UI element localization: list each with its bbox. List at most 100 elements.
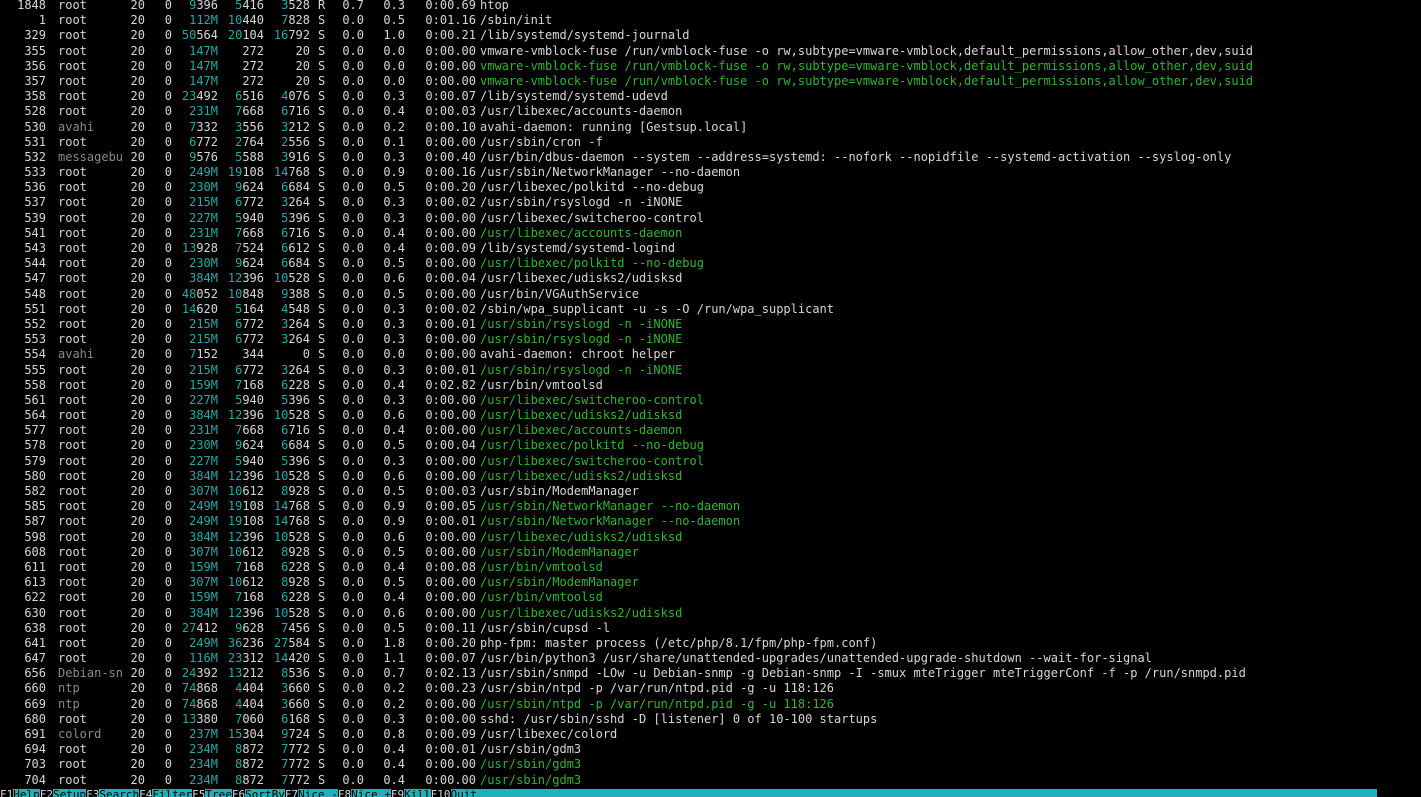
process-row[interactable]: 355 root 20 0 147M 272 20 S 0.0 0.0 0:00.00 vmware-… <box>0 44 1421 59</box>
process-mem: 0.3 <box>383 316 405 331</box>
fkey-label[interactable]: Help <box>13 789 40 797</box>
process-row[interactable]: 547 root 20 0 384M 12396 10528 S 0.0 0.6 0:00.04/u… <box>0 271 1421 286</box>
process-row[interactable]: 543 root 20 0 13928 7524 6612 S 0.0 0.4 0:00.09/li… <box>0 241 1421 256</box>
fkey-f2[interactable]: F2 <box>39 789 53 797</box>
process-ni: 0 <box>164 423 172 438</box>
process-res: 8872 <box>235 742 264 757</box>
process-s: S <box>318 529 326 544</box>
process-row[interactable]: 530 avahi 20 0 7332 3556 3212 S 0.0 0.2 0:00.10 ava… <box>0 120 1421 135</box>
process-row[interactable]: 578 root 20 0 230M 9624 6684 S 0.0 0.5 0:00.04/usr… <box>0 438 1421 453</box>
process-row[interactable]: 532 messagebu 20 0 9576 5588 3916 S 0.0 0.3 0:00.4… <box>0 150 1421 165</box>
process-row[interactable]: 580 root 20 0 384M 12396 10528 S 0.0 0.6 0:00.00/u… <box>0 469 1421 484</box>
process-row[interactable]: 552 root 20 0 215M 6772 3264 S 0.0 0.3 0:00.01/usr… <box>0 317 1421 332</box>
process-row[interactable]: 641 root 20 0 249M 36236 27584 S 0.0 1.8 0:00.20 ph… <box>0 636 1421 651</box>
process-shr: 14768 <box>273 514 310 529</box>
process-row[interactable]: 356 root 20 0 147M 272 20 S 0.0 0.0 0:00.00 vmware-… <box>0 59 1421 74</box>
process-time: 0:00.00 <box>425 468 476 483</box>
process-row[interactable]: 537 root 20 0 215M 6772 3264 S 0.0 0.3 0:00.02/usr… <box>0 195 1421 210</box>
process-row[interactable]: 561 root 20 0 227M 5940 5396 S 0.0 0.3 0:00.00/usr… <box>0 393 1421 408</box>
process-time: 0:00.00 <box>425 590 476 605</box>
fkey-f3[interactable]: F3 <box>86 789 100 797</box>
process-row[interactable]: 533 root 20 0 249M 19108 14768 S 0.0 0.9 0:00.16/u… <box>0 165 1421 180</box>
fkey-f5[interactable]: F5 <box>192 789 206 797</box>
fkey-f6[interactable]: F6 <box>231 789 246 797</box>
process-row[interactable]: 660 ntp 20 0 74868 4404 3660 S 0.0 0.2 0:00.23/usr… <box>0 681 1421 696</box>
process-ni: 0 <box>164 362 172 377</box>
process-row[interactable]: 656 Debian-sn 20 0 24392 13212 8536 S 0.0 0.7 0:02… <box>0 666 1421 681</box>
process-row[interactable]: 564 root 20 0 384M 12396 10528 S 0.0 0.6 0:00.00/u… <box>0 408 1421 423</box>
process-pid: 608 <box>24 544 46 559</box>
process-cpu: 0.0 <box>342 347 364 362</box>
process-row[interactable]: 587 root 20 0 249M 19108 14768 S 0.0 0.9 0:00.01/u… <box>0 514 1421 529</box>
process-pri: 20 <box>130 605 145 620</box>
process-row[interactable]: 528 root 20 0 231M 7668 6716 S 0.0 0.4 0:00.03/usr… <box>0 104 1421 119</box>
process-row[interactable]: 608 root 20 0 307M 10612 8928 S 0.0 0.5 0:00.00/us… <box>0 545 1421 560</box>
process-row[interactable]: 691 colord 20 0 237M 15304 9724 S 0.0 0.8 0:00.09 /… <box>0 727 1421 742</box>
process-ni: 0 <box>164 468 172 483</box>
process-row[interactable]: 1 root 20 0 112M 10440 7828 S 0.0 0.5 0:01.16/sbin… <box>0 13 1421 28</box>
fkey-label[interactable]: Tree <box>205 789 232 797</box>
process-row[interactable]: 541 root 20 0 231M 7668 6716 S 0.0 0.4 0:00.00/usr… <box>0 226 1421 241</box>
process-row[interactable]: 669 ntp 20 0 74868 4404 3660 S 0.0 0.2 0:00.00/usr… <box>0 697 1421 712</box>
process-row[interactable]: 582 root 20 0 307M 10612 8928 S 0.0 0.5 0:00.03/us… <box>0 484 1421 499</box>
process-row[interactable]: 680 root 20 0 13380 7060 6168 S 0.0 0.3 0:00.00 ssh… <box>0 712 1421 727</box>
process-pid: 598 <box>24 529 46 544</box>
fkey-label[interactable]: Filter <box>152 789 193 797</box>
process-virt: 74868 <box>181 681 218 696</box>
process-pri: 20 <box>130 711 145 726</box>
process-cmd: /usr/libexec/udisks2/udisksd <box>480 271 683 286</box>
fkey-label[interactable]: Setup <box>53 789 87 797</box>
process-row[interactable]: 358 root 20 0 23492 6516 4076 S 0.0 0.3 0:00.07/li… <box>0 89 1421 104</box>
process-row[interactable]: 703 root 20 0 234M 8872 7772 S 0.0 0.4 0:00.00/usr… <box>0 757 1421 772</box>
process-row[interactable]: 531 root 20 0 6772 2764 2556 S 0.0 0.1 0:00.00/usr… <box>0 135 1421 150</box>
process-row[interactable]: 539 root 20 0 227M 5940 5396 S 0.0 0.3 0:00.00/usr… <box>0 211 1421 226</box>
process-row[interactable]: 704 root 20 0 234M 8872 7772 S 0.0 0.4 0:00.00/usr… <box>0 773 1421 788</box>
process-row[interactable]: 611 root 20 0 159M 7168 6228 S 0.0 0.4 0:00.08/usr… <box>0 560 1421 575</box>
process-row[interactable]: 577 root 20 0 231M 7668 6716 S 0.0 0.4 0:00.00/usr… <box>0 423 1421 438</box>
fkey-f1[interactable]: F1 <box>0 789 14 797</box>
process-row[interactable]: 357 root 20 0 147M 272 20 S 0.0 0.0 0:00.00 vmware-… <box>0 74 1421 89</box>
fkey-f8[interactable]: F8 <box>337 789 352 797</box>
process-res: 6772 <box>235 195 264 210</box>
process-res: 5416 <box>235 0 264 12</box>
process-row[interactable]: 548 root 20 0 48052 10848 9388 S 0.0 0.5 0:00.00/u… <box>0 287 1421 302</box>
fkey-f4[interactable]: F4 <box>139 789 153 797</box>
process-cmd: /usr/libexec/udisks2/udisksd <box>480 529 683 544</box>
process-row[interactable]: 585 root 20 0 249M 19108 14768 S 0.0 0.9 0:00.05/u… <box>0 499 1421 514</box>
process-row[interactable]: 1848 root 20 0 9396 5416 3528 R 0.7 0.3 0:00.69 hto… <box>0 0 1421 13</box>
fkey-f10[interactable]: F10 <box>430 789 451 797</box>
process-s: S <box>318 210 326 225</box>
process-row[interactable]: 630 root 20 0 384M 12396 10528 S 0.0 0.6 0:00.00/u… <box>0 606 1421 621</box>
process-ni: 0 <box>164 651 172 666</box>
process-row[interactable]: 536 root 20 0 230M 9624 6684 S 0.0 0.5 0:00.20/usr… <box>0 180 1421 195</box>
process-row[interactable]: 694 root 20 0 234M 8872 7772 S 0.0 0.4 0:00.01/usr… <box>0 742 1421 757</box>
fkey-f9[interactable]: F9 <box>390 789 405 797</box>
process-user: Debian-sn <box>58 666 124 681</box>
process-row[interactable]: 579 root 20 0 227M 5940 5396 S 0.0 0.3 0:00.00/usr… <box>0 454 1421 469</box>
process-row[interactable]: 554 avahi 20 0 7152 344 0 S 0.0 0.0 0:00.00 avahi-d… <box>0 347 1421 362</box>
htop-process-list[interactable]: 1848 root 20 0 9396 5416 3528 R 0.7 0.3 0:00.69 hto… <box>0 0 1421 788</box>
process-virt: 147M <box>189 58 218 73</box>
process-row[interactable]: 555 root 20 0 215M 6772 3264 S 0.0 0.3 0:00.01/usr… <box>0 363 1421 378</box>
fkey-f7[interactable]: F7 <box>284 789 299 797</box>
process-row[interactable]: 638 root 20 0 27412 9628 7456 S 0.0 0.5 0:00.11/us… <box>0 621 1421 636</box>
process-user: root <box>58 711 87 726</box>
process-row[interactable]: 558 root 20 0 159M 7168 6228 S 0.0 0.4 0:02.82/usr… <box>0 378 1421 393</box>
fkey-label[interactable]: Nice - <box>298 789 338 797</box>
process-pri: 20 <box>130 89 145 104</box>
process-cpu: 0.0 <box>342 529 364 544</box>
process-row[interactable]: 329 root 20 0 50564 20104 16792 S 0.0 1.0 0:00.21 /… <box>0 28 1421 43</box>
fkey-label[interactable]: SortBy <box>245 789 285 797</box>
process-row[interactable]: 613 root 20 0 307M 10612 8928 S 0.0 0.5 0:00.00/us… <box>0 575 1421 590</box>
process-row[interactable]: 622 root 20 0 159M 7168 6228 S 0.0 0.4 0:00.00/usr… <box>0 590 1421 605</box>
process-row[interactable]: 647 root 20 0 116M 23312 14420 S 0.0 1.1 0:00.07/u… <box>0 651 1421 666</box>
process-row[interactable]: 598 root 20 0 384M 12396 10528 S 0.0 0.6 0:00.00/u… <box>0 530 1421 545</box>
fkey-label[interactable]: Kill <box>404 789 431 797</box>
process-cpu: 0.0 <box>342 438 364 453</box>
process-row[interactable]: 553 root 20 0 215M 6772 3264 S 0.0 0.3 0:00.00/usr… <box>0 332 1421 347</box>
process-row[interactable]: 544 root 20 0 230M 9624 6684 S 0.0 0.5 0:00.00/usr… <box>0 256 1421 271</box>
fkey-label[interactable]: Quit <box>450 789 477 797</box>
fkey-label[interactable]: Nice + <box>351 789 391 797</box>
fkey-label[interactable]: Search <box>99 789 140 797</box>
process-row[interactable]: 551 root 20 0 14620 5164 4548 S 0.0 0.3 0:00.02/sb… <box>0 302 1421 317</box>
